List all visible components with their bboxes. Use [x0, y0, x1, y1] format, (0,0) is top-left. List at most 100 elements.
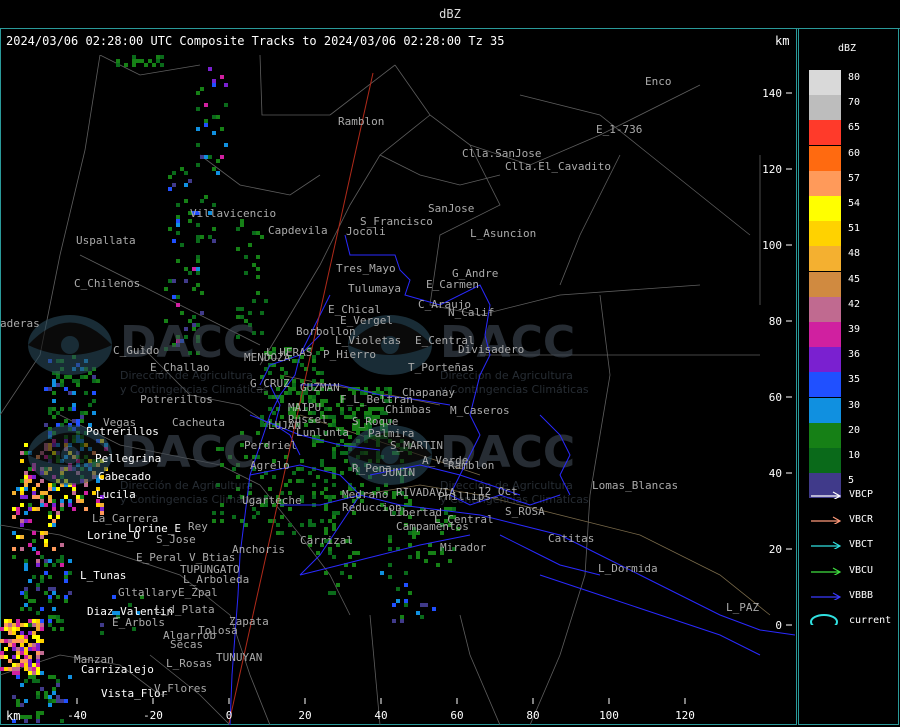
legend-level-label: 30: [848, 399, 861, 411]
echo-pixel: [32, 531, 36, 535]
echo-pixel: [324, 479, 328, 483]
echo-pixel: [40, 535, 44, 539]
echo-pixel: [436, 563, 440, 567]
place-label: Lucila: [96, 488, 136, 501]
echo-pixel: [20, 519, 24, 523]
legend-swatch: [809, 322, 841, 347]
echo-pixel: [60, 543, 64, 547]
echo-pixel: [32, 635, 36, 639]
echo-pixel: [52, 607, 56, 611]
echo-pixel: [24, 655, 28, 659]
echo-pixel: [20, 547, 24, 551]
echo-pixel: [24, 595, 28, 599]
place-label: Ramblon: [338, 115, 384, 128]
echo-pixel: [48, 695, 52, 699]
echo-pixel: [24, 651, 28, 655]
echo-pixel: [56, 375, 60, 379]
echo-pixel: [192, 287, 196, 291]
headline: 2024/03/06 02:28:00 UTC Composite Tracks…: [6, 34, 505, 48]
watermark-pupil: [61, 336, 79, 354]
x-tick-label: 20: [298, 709, 311, 722]
echo-pixel: [64, 579, 68, 583]
echo-pixel: [212, 131, 216, 135]
place-label: L_Rosas: [166, 657, 212, 670]
echo-pixel: [40, 531, 44, 535]
legend-level-label: 54: [848, 198, 861, 209]
echo-pixel: [380, 407, 384, 411]
echo-pixel: [36, 695, 40, 699]
watermark-pupil: [61, 446, 79, 464]
echo-pixel: [72, 391, 76, 395]
echo-pixel: [36, 651, 40, 655]
echo-pixel: [40, 499, 44, 503]
radar-map[interactable]: DACCDirección de Agriculturay Contingenc…: [0, 55, 797, 725]
echo-pixel: [56, 679, 60, 683]
department-boundary: [479, 514, 796, 636]
echo-pixel: [380, 571, 384, 575]
echo-pixel: [300, 523, 304, 527]
echo-pixel: [264, 299, 268, 303]
echo-pixel: [76, 419, 80, 423]
echo-pixel: [24, 475, 28, 479]
echo-pixel: [40, 503, 44, 507]
echo-pixel: [316, 371, 320, 375]
echo-pixel: [48, 511, 52, 515]
echo-pixel: [48, 699, 52, 703]
echo-pixel: [200, 291, 204, 295]
echo-pixel: [184, 267, 188, 271]
legend-swatch: [809, 170, 841, 196]
echo-pixel: [48, 495, 52, 499]
echo-pixel: [60, 379, 64, 383]
place-label: Jocoli: [346, 225, 386, 238]
echo-pixel: [24, 471, 28, 475]
echo-pixel: [320, 371, 324, 375]
echo-pixel: [364, 387, 368, 391]
echo-pixel: [24, 639, 28, 643]
echo-pixel: [92, 379, 96, 383]
echo-pixel: [160, 55, 164, 59]
echo-pixel: [236, 247, 240, 251]
place-label: Uspallata: [76, 234, 136, 247]
echo-pixel: [352, 551, 356, 555]
echo-pixel: [328, 415, 332, 419]
echo-pixel: [12, 515, 16, 519]
echo-pixel: [272, 411, 276, 415]
echo-pixel: [16, 651, 20, 655]
echo-pixel: [16, 671, 20, 675]
place-label: E_Arbols: [112, 616, 165, 629]
echo-pixel: [64, 595, 68, 599]
echo-pixel: [312, 355, 316, 359]
y-tick-label: 0: [775, 619, 782, 632]
echo-pixel: [20, 487, 24, 491]
echo-pixel: [36, 715, 40, 719]
echo-pixel: [176, 231, 180, 235]
echo-pixel: [4, 639, 8, 643]
echo-pixel: [20, 651, 24, 655]
legend-level-label: 5: [848, 475, 855, 487]
echo-pixel: [52, 615, 56, 619]
echo-pixel: [248, 311, 252, 315]
echo-pixel: [288, 523, 292, 527]
echo-pixel: [84, 507, 88, 511]
echo-pixel: [288, 391, 292, 395]
echo-pixel: [344, 415, 348, 419]
echo-pixel: [268, 487, 272, 491]
echo-pixel: [80, 375, 84, 379]
echo-pixel: [388, 539, 392, 543]
echo-pixel: [36, 583, 40, 587]
echo-pixel: [176, 303, 180, 307]
echo-pixel: [44, 571, 48, 575]
place-label: Lorine_O: [87, 529, 140, 542]
echo-pixel: [36, 635, 40, 639]
echo-pixel: [12, 507, 16, 511]
echo-pixel: [432, 607, 436, 611]
echo-pixel: [152, 63, 156, 67]
echo-pixel: [20, 647, 24, 651]
echo-pixel: [208, 155, 212, 159]
echo-pixel: [72, 507, 76, 511]
legend-swatch: [809, 397, 841, 423]
x-tick-label: 120: [675, 709, 695, 722]
echo-pixel: [16, 655, 20, 659]
echo-pixel: [68, 499, 72, 503]
echo-pixel: [320, 459, 324, 463]
